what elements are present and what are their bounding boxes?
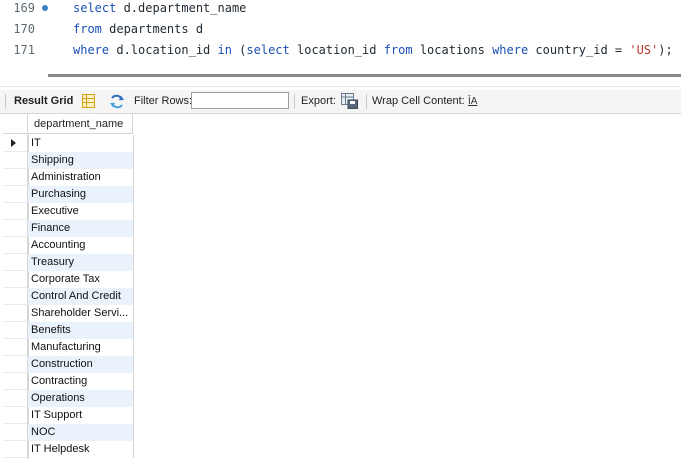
table-cell[interactable]: Shareholder Servi... [28,305,134,322]
table-row[interactable]: Operations [3,390,134,407]
line-number: 169 [13,1,35,15]
table-cell[interactable]: Shipping [28,152,134,169]
sql-editor[interactable]: 169 select d.department_name 170 from de… [0,0,681,68]
row-header[interactable] [3,339,28,356]
export-label: Export: [301,95,336,107]
row-header[interactable] [3,135,28,152]
table-row[interactable]: IT Helpdesk [3,441,134,458]
column-header-department-name[interactable]: department_name [28,114,133,134]
table-cell[interactable]: Contracting [28,373,134,390]
row-header[interactable] [3,254,28,271]
line-number: 171 [13,43,35,57]
refresh-icon[interactable] [109,94,125,112]
table-row[interactable]: NOC [3,424,134,441]
result-grid-tab[interactable]: Result Grid [14,90,73,113]
result-toolbar: Result Grid Filter Rows: Export: Wrap Ce [0,90,681,114]
wrap-cell-content-icon[interactable]: ĪA [468,90,477,113]
row-header[interactable] [3,407,28,424]
table-cell[interactable]: Accounting [28,237,134,254]
code-line-170[interactable]: 170 from departments d [0,19,681,40]
table-row[interactable]: Shareholder Servi... [3,305,134,322]
table-cell[interactable]: Finance [28,220,134,237]
table-cell[interactable]: Treasury [28,254,134,271]
table-row[interactable]: Construction [3,356,134,373]
table-row[interactable]: Purchasing [3,186,134,203]
code-text[interactable]: select d.department_name [73,0,246,19]
table-cell[interactable]: IT Helpdesk [28,441,134,458]
filter-rows-input[interactable] [191,92,289,109]
table-row[interactable]: Shipping [3,152,134,169]
table-row[interactable]: IT Support [3,407,134,424]
table-row[interactable]: Treasury [3,254,134,271]
line-number: 170 [13,22,35,36]
table-row[interactable]: Control And Credit [3,288,134,305]
table-cell[interactable]: Construction [28,356,134,373]
code-line-171[interactable]: 171 where d.location_id in (select locat… [0,40,681,61]
table-cell[interactable]: NOC [28,424,134,441]
row-header[interactable] [3,322,28,339]
code-text[interactable]: from departments d [73,19,203,40]
row-header[interactable] [3,424,28,441]
row-header[interactable] [3,237,28,254]
wrap-cell-content-label: Wrap Cell Content: [372,95,465,107]
grid-corner[interactable] [3,114,28,134]
result-grid[interactable]: department_name IT Shipping Administration… [0,114,681,459]
row-header[interactable] [3,356,28,373]
toolbar-separator [5,94,6,109]
table-row[interactable]: Finance [3,220,134,237]
table-row[interactable]: Benefits [3,322,134,339]
table-row[interactable]: Executive [3,203,134,220]
table-cell[interactable]: Operations [28,390,134,407]
code-line-169[interactable]: 169 select d.department_name [0,0,681,19]
editor-horizontal-scrollbar[interactable] [48,74,681,77]
grid-layout-icon[interactable] [82,94,95,111]
row-header[interactable] [3,305,28,322]
row-header[interactable] [3,169,28,186]
export-icon[interactable] [341,93,358,112]
table-row[interactable]: IT [3,135,134,152]
row-header[interactable] [3,186,28,203]
row-header[interactable] [3,152,28,169]
filter-rows-label: Filter Rows: [134,95,193,107]
row-header[interactable] [3,203,28,220]
current-statement-dot-icon [42,5,48,11]
row-header[interactable] [3,373,28,390]
panel-divider[interactable] [0,86,681,87]
table-cell[interactable]: Executive [28,203,134,220]
row-header[interactable] [3,271,28,288]
table-cell[interactable]: IT [28,135,134,152]
table-row[interactable]: Administration [3,169,134,186]
row-header[interactable] [3,441,28,458]
table-row[interactable]: Manufacturing [3,339,134,356]
row-header[interactable] [3,390,28,407]
table-row[interactable]: Corporate Tax [3,271,134,288]
table-cell[interactable]: IT Support [28,407,134,424]
table-cell[interactable]: Manufacturing [28,339,134,356]
row-header[interactable] [3,220,28,237]
table-cell[interactable]: Control And Credit [28,288,134,305]
table-row[interactable]: Accounting [3,237,134,254]
row-header[interactable] [3,288,28,305]
table-cell[interactable]: Corporate Tax [28,271,134,288]
toolbar-separator [294,94,295,109]
code-text[interactable]: where d.location_id in (select location_… [73,40,673,61]
table-cell[interactable]: Purchasing [28,186,134,203]
toolbar-separator [366,94,367,109]
current-row-arrow-icon [11,139,16,147]
table-cell[interactable]: Benefits [28,322,134,339]
table-cell[interactable]: Administration [28,169,134,186]
table-row[interactable]: Contracting [3,373,134,390]
